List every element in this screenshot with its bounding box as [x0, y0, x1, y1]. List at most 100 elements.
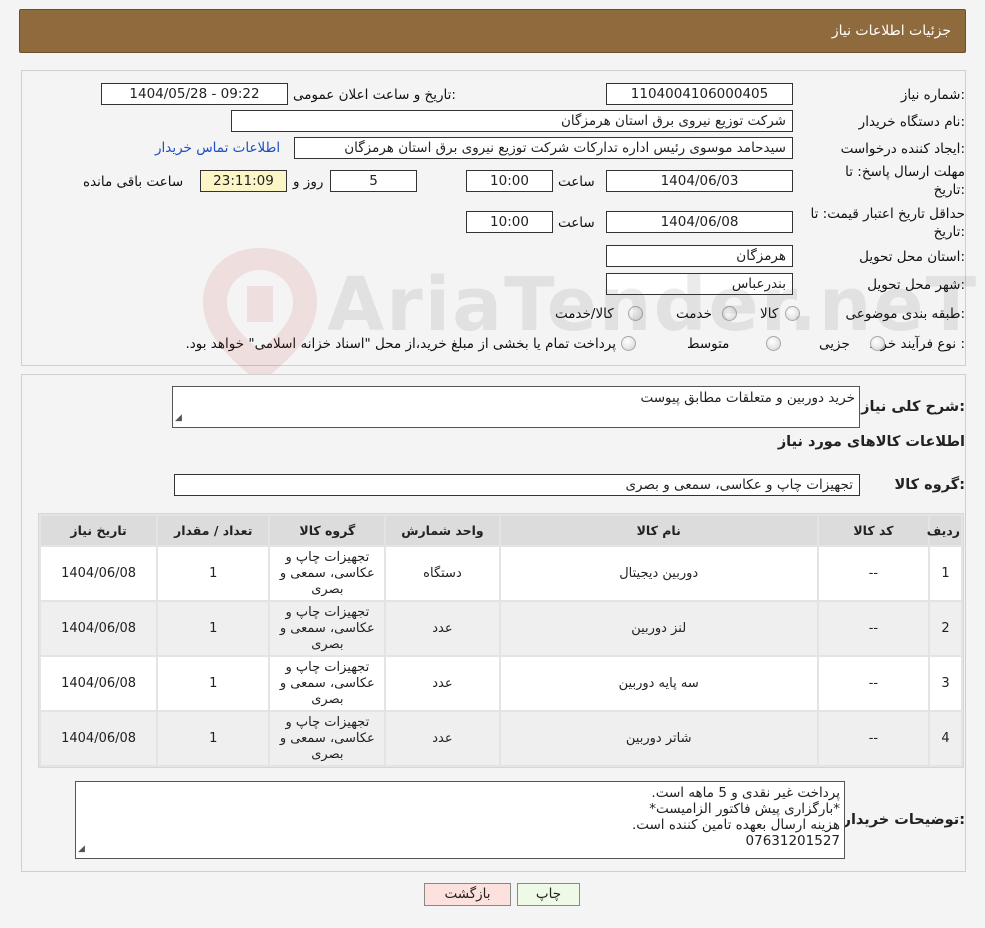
cell-unit: دستگاه [386, 547, 499, 600]
category-option-goods-service: کالا/خدمت [555, 306, 614, 322]
deadline-time-label: ساعت [558, 174, 595, 190]
print-button[interactable]: چاپ [517, 883, 580, 906]
col-header-row-number: ردیف [927, 516, 961, 545]
buyer-org-label: نام دستگاه خریدار: [858, 114, 965, 130]
goods-group-field: تجهیزات چاپ و عکاسی، سمعی و بصری [174, 474, 860, 496]
buyer-notes-line: هزینه ارسال بعهده تامین کننده است. [631, 817, 840, 833]
process-option-minor: جزیی [819, 336, 850, 352]
validity-time-label: ساعت [558, 215, 595, 231]
province-field: هرمزگان [606, 245, 793, 267]
days-label: روز و [293, 174, 324, 190]
deadline-label: مهلت ارسال پاسخ: تا [845, 164, 965, 180]
deadline-date-field: 1404/06/03 [606, 170, 793, 192]
category-option-service: خدمت [676, 306, 712, 322]
cell-goods-name: شاتر دوربین [500, 712, 817, 765]
category-radio-goods[interactable] [785, 306, 800, 321]
province-label: استان محل تحویل: [859, 249, 965, 265]
city-label: شهر محل تحویل: [867, 277, 965, 293]
cell-goods-code: -- [818, 602, 928, 655]
cell-row-number: 2 [929, 602, 961, 655]
back-button[interactable]: بازگشت [424, 883, 511, 906]
buyer-org-field: شرکت توزیع نیروی برق استان هرمزگان [231, 110, 793, 132]
creator-field: سیدحامد موسوی رئیس اداره تدارکات شرکت تو… [294, 137, 793, 159]
city-field: بندرعباس [606, 273, 793, 295]
buyer-notes-line: *بارگزاری پیش فاکتور الزامیست* [649, 801, 840, 817]
page-header: جزئیات اطلاعات نیاز [19, 9, 966, 53]
category-label: طبقه بندی موضوعی: [845, 306, 965, 322]
cell-goods-code: -- [818, 547, 928, 600]
table-row: 4 -- شاتر دوربین عدد تجهیزات چاپ و عکاسی… [41, 712, 961, 765]
cell-quantity: 1 [158, 712, 269, 765]
table-row: 1 -- دوربین دیجیتال دستگاه تجهیزات چاپ و… [41, 547, 961, 600]
validity-label: حداقل تاریخ اعتبار قیمت: تا [810, 206, 965, 222]
creator-label: ایجاد کننده درخواست: [840, 141, 965, 157]
cell-goods-group: تجهیزات چاپ و عکاسی، سمعی و بصری [270, 547, 385, 600]
summary-textarea[interactable]: خرید دوربین و متعلقات مطابق پیوست ◢ [172, 386, 860, 428]
cell-quantity: 1 [158, 547, 269, 600]
col-header-goods-group: گروه کالا [270, 516, 385, 545]
deadline-label-date: تاریخ: [933, 182, 965, 198]
time-remaining-field: 23:11:09 [200, 170, 287, 192]
summary-label: شرح کلی نیاز: [861, 399, 965, 415]
validity-date-field: 1404/06/08 [606, 211, 793, 233]
cell-need-date: 1404/06/08 [41, 712, 157, 765]
col-header-need-date: تاریخ نیاز [41, 516, 157, 545]
buyer-contact-link[interactable]: اطلاعات تماس خریدار [155, 140, 280, 156]
buyer-notes-label: توضیحات خریدار: [842, 812, 965, 828]
payment-note: پرداخت تمام یا بخشی از مبلغ خرید،از محل … [185, 336, 616, 352]
col-header-unit: واحد شمارش [386, 516, 499, 545]
category-radio-service[interactable] [722, 306, 737, 321]
cell-goods-name: دوربین دیجیتال [500, 547, 817, 600]
cell-need-date: 1404/06/08 [41, 547, 157, 600]
cell-goods-group: تجهیزات چاپ و عکاسی، سمعی و بصری [270, 602, 385, 655]
cell-goods-name: لنز دوربین [500, 602, 817, 655]
buyer-notes-line: پرداخت غیر نقدی و 5 ماهه است. [651, 785, 840, 801]
cell-quantity: 1 [158, 657, 269, 710]
need-number-label: شماره نیاز: [900, 87, 965, 103]
cell-goods-code: -- [818, 657, 928, 710]
payment-checkbox[interactable] [621, 336, 636, 351]
time-remaining-label: ساعت باقی مانده [83, 174, 184, 190]
table-row: 3 -- سه پایه دوربین عدد تجهیزات چاپ و عک… [41, 657, 961, 710]
goods-group-label: گروه کالا: [894, 477, 965, 493]
announce-label: تاریخ و ساعت اعلان عمومی: [293, 87, 456, 103]
category-option-goods: کالا [760, 306, 779, 322]
table-row: 2 -- لنز دوربین عدد تجهیزات چاپ و عکاسی،… [41, 602, 961, 655]
announce-datetime-field: 1404/05/28 - 09:22 [101, 83, 288, 105]
summary-text: خرید دوربین و متعلقات مطابق پیوست [640, 390, 855, 406]
col-header-quantity: تعداد / مقدار [158, 516, 269, 545]
process-radio-minor[interactable] [870, 336, 885, 351]
cell-goods-group: تجهیزات چاپ و عکاسی، سمعی و بصری [270, 657, 385, 710]
resize-grip-icon[interactable]: ◢ [175, 410, 182, 426]
cell-row-number: 1 [929, 547, 961, 600]
validity-label-date: تاریخ: [933, 224, 965, 240]
resize-grip-icon[interactable]: ◢ [78, 841, 85, 857]
days-remaining-field: 5 [330, 170, 417, 192]
buyer-notes-textarea[interactable]: پرداخت غیر نقدی و 5 ماهه است. *بارگزاری … [75, 781, 845, 859]
cell-goods-group: تجهیزات چاپ و عکاسی، سمعی و بصری [270, 712, 385, 765]
category-radio-goods-service[interactable] [628, 306, 643, 321]
need-info-panel: شماره نیاز: 1104004106000405 تاریخ و ساع… [21, 70, 966, 366]
cell-unit: عدد [386, 712, 499, 765]
process-option-medium: متوسط [687, 336, 730, 352]
cell-row-number: 4 [929, 712, 961, 765]
cell-row-number: 3 [929, 657, 961, 710]
cell-goods-name: سه پایه دوربین [500, 657, 817, 710]
cell-quantity: 1 [158, 602, 269, 655]
validity-time-field: 10:00 [466, 211, 553, 233]
buyer-notes-line: 07631201527 [745, 833, 840, 849]
goods-table: ردیف کد کالا نام کالا واحد شمارش گروه کا… [38, 513, 964, 768]
cell-unit: عدد [386, 657, 499, 710]
cell-goods-code: -- [818, 712, 928, 765]
deadline-time-field: 10:00 [466, 170, 553, 192]
goods-table-header-row: ردیف کد کالا نام کالا واحد شمارش گروه کا… [41, 516, 961, 545]
page-title: جزئیات اطلاعات نیاز [831, 23, 951, 39]
cell-need-date: 1404/06/08 [41, 657, 157, 710]
cell-need-date: 1404/06/08 [41, 602, 157, 655]
goods-info-title: اطلاعات کالاهای مورد نیاز [777, 434, 965, 450]
cell-unit: عدد [386, 602, 499, 655]
process-radio-medium[interactable] [766, 336, 781, 351]
need-details-panel: شرح کلی نیاز: خرید دوربین و متعلقات مطاب… [21, 374, 966, 872]
col-header-goods-code: کد کالا [818, 516, 928, 545]
col-header-goods-name: نام کالا [500, 516, 817, 545]
